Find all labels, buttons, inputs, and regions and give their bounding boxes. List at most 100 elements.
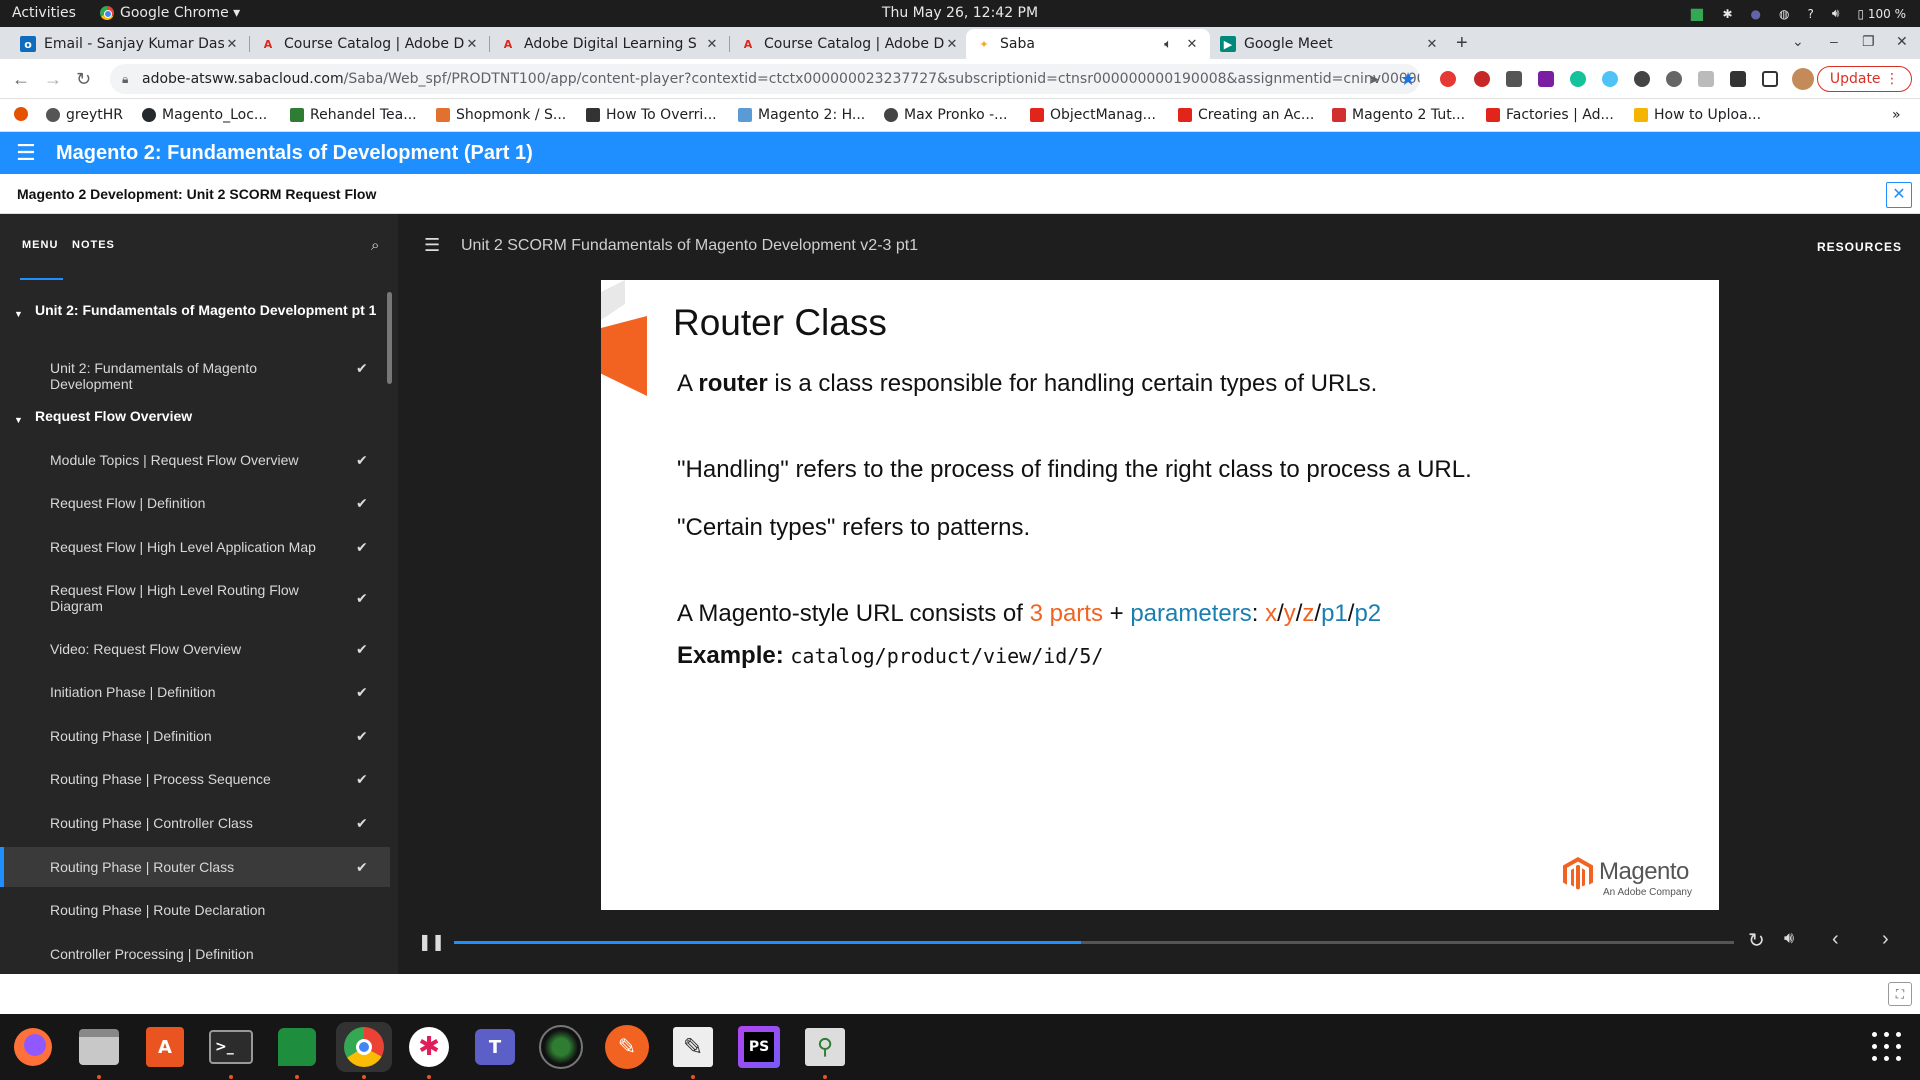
address-bar[interactable]: 🔒︎ adobe-atsww.sabacloud.com/Saba/Web_sp…: [110, 64, 1420, 94]
avatar[interactable]: [1792, 68, 1814, 90]
menu-item[interactable]: Routing Phase | Route Declaration: [0, 902, 390, 918]
next-slide-icon[interactable]: ›: [1882, 928, 1889, 951]
tab-close-icon[interactable]: ✕: [944, 37, 960, 52]
adblock-icon[interactable]: [1474, 71, 1490, 87]
tab-close-icon[interactable]: ✕: [1184, 37, 1200, 52]
menu-item[interactable]: Controller Processing | Definition: [0, 946, 390, 962]
pause-icon[interactable]: ❚❚: [418, 932, 445, 952]
browser-tab[interactable]: A Course Catalog | Adobe D ✕: [250, 29, 490, 59]
tab-notes[interactable]: NOTES: [72, 239, 115, 251]
bookmark-item[interactable]: greytHR: [46, 107, 123, 123]
tab-close-icon[interactable]: ✕: [224, 37, 240, 52]
extension-icon[interactable]: [1440, 71, 1456, 87]
tab-menu[interactable]: MENU: [22, 239, 58, 251]
menu-item-current[interactable]: Routing Phase | Router Class ✔: [0, 847, 390, 887]
forward-icon[interactable]: →: [44, 69, 62, 90]
bookmark-item[interactable]: Factories | Ad...: [1486, 107, 1614, 123]
bookmark-item[interactable]: Max Pronko -...: [884, 107, 1008, 123]
menu-item[interactable]: Routing Phase | Process Sequence ✔: [0, 771, 390, 787]
menu-item[interactable]: Initiation Phase | Definition ✔: [0, 684, 390, 700]
menu-item[interactable]: Request Flow | Definition ✔: [0, 495, 390, 511]
teams-icon[interactable]: T: [470, 1022, 520, 1072]
calendar-extension-icon[interactable]: [1506, 71, 1522, 87]
previous-slide-icon[interactable]: ‹: [1832, 928, 1839, 951]
close-window-button[interactable]: ✕: [1896, 33, 1908, 50]
side-panel-icon[interactable]: [1762, 71, 1778, 87]
pen-icon[interactable]: ✎: [602, 1022, 652, 1072]
battery-indicator[interactable]: ▯ 100 %: [1857, 7, 1906, 21]
clock[interactable]: Thu May 26, 12:42 PM: [0, 5, 1920, 21]
teams-tray-icon[interactable]: ●: [1751, 7, 1761, 21]
extensions-puzzle-icon[interactable]: [1730, 71, 1746, 87]
browser-tab[interactable]: o Email - Sanjay Kumar Das ✕: [10, 29, 250, 59]
volume-icon[interactable]: 🔊︎: [1832, 6, 1840, 21]
extension-icon[interactable]: [1602, 71, 1618, 87]
update-button[interactable]: Update ⋮: [1816, 66, 1912, 92]
tab-search-icon[interactable]: ⌄: [1792, 33, 1804, 50]
menu-item[interactable]: Unit 2: Fundamentals of Magento Developm…: [0, 360, 390, 392]
tab-close-icon[interactable]: ✕: [704, 37, 720, 52]
bookmark-item[interactable]: Shopmonk / S...: [436, 107, 566, 123]
menu-item[interactable]: Request Flow | High Level Application Ma…: [0, 539, 390, 555]
system-tray[interactable]: ■ ✱ ● ◍ ? 🔊︎ ▯ 100 %: [1689, 4, 1906, 23]
bookmark-item[interactable]: Magento 2: H...: [738, 107, 865, 123]
bookmark-item[interactable]: Creating an Ac...: [1178, 107, 1314, 123]
bookmark-item[interactable]: Rehandel Tea...: [290, 107, 417, 123]
toc-toggle-icon[interactable]: ☰: [424, 236, 440, 254]
close-player-button[interactable]: ✕: [1886, 182, 1912, 208]
bookmark-item[interactable]: How To Overri...: [586, 107, 717, 123]
software-center-icon[interactable]: A: [140, 1022, 190, 1072]
browser-tab[interactable]: A Course Catalog | Adobe D ✕: [730, 29, 970, 59]
phpstorm-icon[interactable]: PS: [734, 1022, 784, 1072]
activities-button[interactable]: Activities: [12, 5, 76, 21]
volume-icon[interactable]: 🔊︎: [1784, 930, 1794, 948]
browser-tab-active[interactable]: ✦ Saba 🔈︎ ✕: [966, 29, 1210, 59]
hamburger-menu-icon[interactable]: ☰: [16, 142, 36, 164]
help-icon[interactable]: ?: [1808, 7, 1814, 21]
tab-close-icon[interactable]: ✕: [1424, 37, 1440, 52]
google-chat-icon[interactable]: [272, 1022, 322, 1072]
search-icon[interactable]: ⌕: [371, 237, 379, 254]
new-tab-button[interactable]: +: [1456, 32, 1468, 55]
browser-tab[interactable]: ▶ Google Meet ✕: [1210, 29, 1450, 59]
resources-button[interactable]: RESOURCES: [1817, 240, 1902, 254]
chat-tray-icon[interactable]: ■: [1689, 4, 1704, 23]
progress-bar[interactable]: [454, 941, 1734, 944]
browser-tab[interactable]: A Adobe Digital Learning S ✕: [490, 29, 730, 59]
fullscreen-icon[interactable]: ⛶: [1888, 982, 1912, 1006]
lock-icon[interactable]: 🔒︎: [122, 64, 128, 94]
slack-icon[interactable]: ✱: [404, 1022, 454, 1072]
restore-button[interactable]: ❐: [1862, 33, 1875, 50]
gear-icon[interactable]: [1666, 71, 1682, 87]
bookmark-item[interactable]: How to Uploa...: [1634, 107, 1761, 123]
send-icon[interactable]: ➤: [1368, 71, 1380, 88]
extension-icon[interactable]: [1698, 71, 1714, 87]
bookmark-item[interactable]: Magento 2 Tut...: [1332, 107, 1465, 123]
minimize-button[interactable]: –: [1830, 33, 1838, 49]
reload-icon[interactable]: ↻: [76, 69, 91, 90]
tab-close-icon[interactable]: ✕: [464, 37, 480, 52]
bookmark-item[interactable]: Magento_Loc...: [142, 107, 267, 123]
bookmark-star-icon[interactable]: ★: [1400, 69, 1416, 90]
bookmarks-overflow-icon[interactable]: »: [1892, 107, 1901, 123]
extension-icon[interactable]: [1634, 71, 1650, 87]
menu-item[interactable]: Routing Phase | Definition ✔: [0, 728, 390, 744]
slack-tray-icon[interactable]: ✱: [1722, 7, 1732, 21]
chrome-icon[interactable]: [336, 1022, 392, 1072]
bookmark-item[interactable]: ObjectManag...: [1030, 107, 1156, 123]
terminal-icon[interactable]: >_: [206, 1022, 256, 1072]
globe-icon[interactable]: ◍: [1779, 7, 1789, 21]
back-icon[interactable]: ←: [12, 69, 30, 90]
menu-section[interactable]: ▼ Request Flow Overview: [0, 408, 390, 425]
menu-section[interactable]: ▼ Unit 2: Fundamentals of Magento Develo…: [0, 302, 390, 319]
firefox-icon[interactable]: [8, 1022, 58, 1072]
replay-icon[interactable]: ↻: [1748, 928, 1765, 953]
extension-icon[interactable]: [1538, 71, 1554, 87]
app-menu[interactable]: Google Chrome ▾: [100, 5, 240, 21]
image-viewer-icon[interactable]: ⚲: [800, 1022, 850, 1072]
grammarly-icon[interactable]: [1570, 71, 1586, 87]
menu-item[interactable]: Video: Request Flow Overview ✔: [0, 641, 390, 657]
tab-audio-icon[interactable]: 🔈︎: [1160, 37, 1176, 52]
text-editor-icon[interactable]: ✎: [668, 1022, 718, 1072]
menu-item[interactable]: Routing Phase | Controller Class ✔: [0, 815, 390, 831]
